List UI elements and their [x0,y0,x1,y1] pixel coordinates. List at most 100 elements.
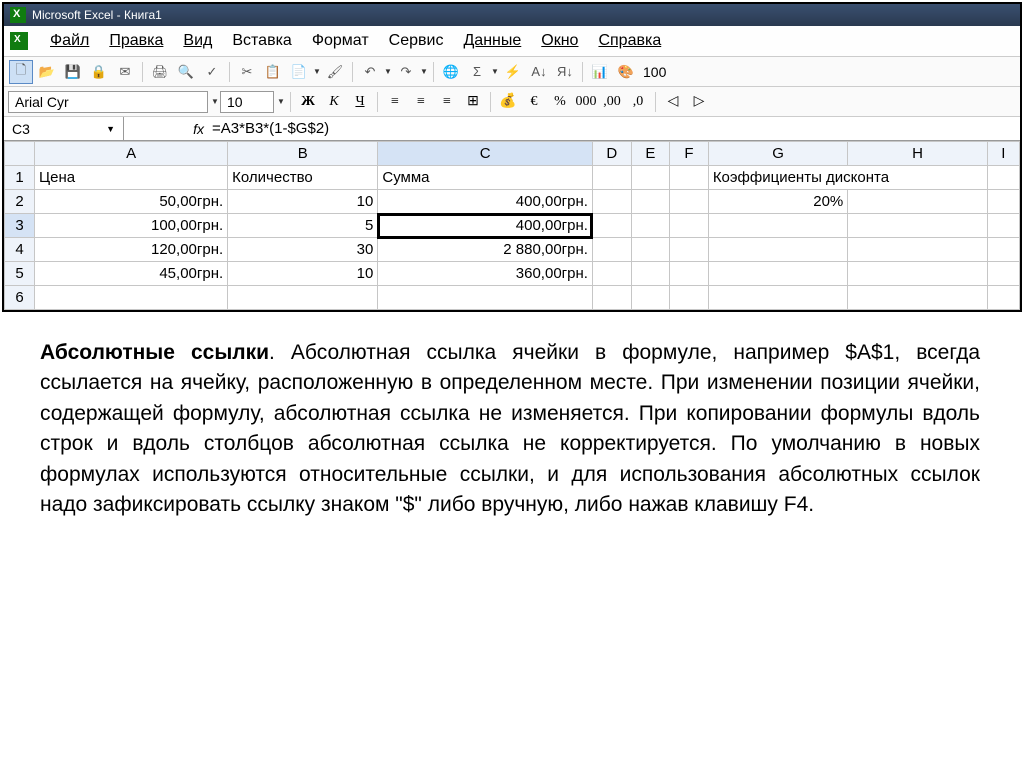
font-dropdown-icon[interactable]: ▼ [210,97,220,106]
cell-E3[interactable] [631,214,670,238]
chart-button[interactable]: 📊 [588,60,612,84]
merge-button[interactable]: ⊞ [461,91,485,113]
drawing-button[interactable]: 🎨 [614,60,638,84]
align-center-button[interactable]: ≡ [409,91,433,113]
cell-F4[interactable] [670,238,709,262]
cell-I6[interactable] [987,286,1019,310]
col-header-B[interactable]: B [228,142,378,166]
cell-E5[interactable] [631,262,670,286]
menu-file[interactable]: Файл [40,30,99,52]
cell-B6[interactable] [228,286,378,310]
cell-D2[interactable] [592,190,631,214]
col-header-C[interactable]: C [378,142,593,166]
cell-G5[interactable] [708,262,847,286]
menu-window[interactable]: Окно [531,30,588,52]
cell-D3[interactable] [592,214,631,238]
menu-insert[interactable]: Вставка [222,30,301,52]
increase-indent-button[interactable]: ▷ [687,91,711,113]
cell-I3[interactable] [987,214,1019,238]
cell-C1[interactable]: Сумма [378,166,593,190]
cell-I4[interactable] [987,238,1019,262]
cell-B3[interactable]: 5 [228,214,378,238]
cell-E4[interactable] [631,238,670,262]
cell-H6[interactable] [848,286,987,310]
col-header-D[interactable]: D [592,142,631,166]
formula-input[interactable]: =A3*B3*(1-$G$2) [208,120,1020,137]
new-button[interactable]: 🗋 [9,60,33,84]
preview-button[interactable]: 🔍 [174,60,198,84]
col-header-F[interactable]: F [670,142,709,166]
zoom-value[interactable]: 100 [639,64,670,80]
fx-icon[interactable]: fx [124,121,208,137]
menu-tools[interactable]: Сервис [379,30,454,52]
autosum-button[interactable]: Σ [465,60,489,84]
cell-H2[interactable] [848,190,987,214]
comma-button[interactable]: 000 [574,91,598,113]
cell-A1[interactable]: Цена [35,166,228,190]
cell-F2[interactable] [670,190,709,214]
print-button[interactable]: 🖨 [148,60,172,84]
cell-B5[interactable]: 10 [228,262,378,286]
font-size-select[interactable]: 10 [220,91,274,113]
euro-button[interactable]: € [522,91,546,113]
cell-E1[interactable] [631,166,670,190]
align-left-button[interactable]: ≡ [383,91,407,113]
cell-B1[interactable]: Количество [228,166,378,190]
col-header-A[interactable]: A [35,142,228,166]
hyperlink-button[interactable]: 🌐 [439,60,463,84]
cell-A3[interactable]: 100,00грн. [35,214,228,238]
cell-C2[interactable]: 400,00грн. [378,190,593,214]
paste-button[interactable]: 📄 [287,60,311,84]
menu-help[interactable]: Справка [588,30,671,52]
row-header-4[interactable]: 4 [5,238,35,262]
redo-dropdown-icon[interactable]: ▼ [419,67,429,76]
cell-G1[interactable]: Коэффициенты дисконта [708,166,987,190]
row-header-2[interactable]: 2 [5,190,35,214]
bold-button[interactable]: Ж [296,91,320,113]
permissions-button[interactable]: 🔒 [87,60,111,84]
cell-I5[interactable] [987,262,1019,286]
menu-format[interactable]: Формат [302,30,379,52]
format-painter-button[interactable]: 🖌 [323,60,347,84]
cell-F6[interactable] [670,286,709,310]
menu-data[interactable]: Данные [453,30,531,52]
sort-asc-button[interactable]: A↓ [527,60,551,84]
size-dropdown-icon[interactable]: ▼ [276,97,286,106]
percent-button[interactable]: % [548,91,572,113]
underline-button[interactable]: Ч [348,91,372,113]
cell-D5[interactable] [592,262,631,286]
cell-C5[interactable]: 360,00грн. [378,262,593,286]
font-select[interactable]: Arial Cyr [8,91,208,113]
cell-B2[interactable]: 10 [228,190,378,214]
sort-desc-button[interactable]: Я↓ [553,60,577,84]
redo-button[interactable]: ↷ [394,60,418,84]
excel-small-icon[interactable] [10,32,28,50]
cell-I1[interactable] [987,166,1019,190]
open-button[interactable]: 📂 [35,60,59,84]
cell-I2[interactable] [987,190,1019,214]
email-button[interactable]: ✉ [113,60,137,84]
col-header-G[interactable]: G [708,142,847,166]
copy-button[interactable]: 📋 [261,60,285,84]
row-header-6[interactable]: 6 [5,286,35,310]
currency-button[interactable]: 💰 [496,91,520,113]
undo-button[interactable]: ↶ [358,60,382,84]
cell-C3[interactable]: 400,00грн. [378,214,593,238]
cell-G4[interactable] [708,238,847,262]
select-all-corner[interactable] [5,142,35,166]
col-header-E[interactable]: E [631,142,670,166]
spellcheck-button[interactable]: ✓ [200,60,224,84]
cell-F1[interactable] [670,166,709,190]
cell-C4[interactable]: 2 880,00грн. [378,238,593,262]
cut-button[interactable]: ✂ [235,60,259,84]
row-header-1[interactable]: 1 [5,166,35,190]
cell-A6[interactable] [35,286,228,310]
cell-D1[interactable] [592,166,631,190]
cell-H4[interactable] [848,238,987,262]
save-button[interactable]: 💾 [61,60,85,84]
cell-B4[interactable]: 30 [228,238,378,262]
undo-dropdown-icon[interactable]: ▼ [383,67,393,76]
cell-E6[interactable] [631,286,670,310]
function-button[interactable]: ⚡ [501,60,525,84]
decrease-decimal-button[interactable]: ,0 [626,91,650,113]
